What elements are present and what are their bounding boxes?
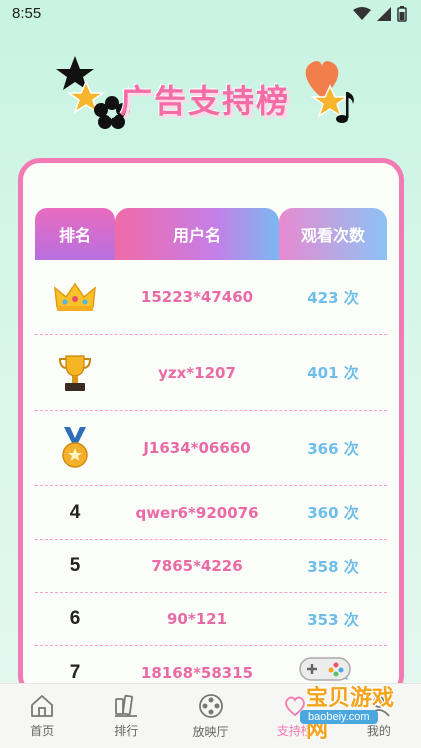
views-cell: 423 次 [307,288,359,307]
nav-item-cinema[interactable]: 放映厅 [168,684,252,748]
banner-title: 广告支持榜 [120,82,291,120]
nav-label: 放映厅 [192,724,229,739]
nav-item-home[interactable]: 首页 [0,684,84,748]
crown-icon [54,282,96,311]
rank-cell [35,427,115,469]
nav-item-ranking[interactable]: 排行 [84,684,168,748]
username-cell: 7865*4226 [151,557,243,575]
medal-icon [62,427,88,468]
table-row: 6 90*121 353 次 [35,593,387,646]
table-row: J1634*06660 366 次 [35,411,387,486]
username-cell: 18168*58315 [140,663,254,682]
views-cell: 358 次 [307,557,359,576]
username-cell: yzx*1207 [158,363,236,382]
rank-cell [35,281,115,313]
signal-icon [377,7,391,21]
username-cell: qwer6*920076 [135,503,259,522]
trophy-icon [58,354,92,391]
username-cell: J1634*06660 [143,439,251,457]
table-row: 5 7865*4226 358 次 [35,540,387,593]
views-cell: 401 次 [307,364,359,382]
status-bar: 8:55 [0,0,421,28]
table-row: 15223*47460 423 次 [35,260,387,335]
ranking-icon [115,694,138,717]
table-row: 4 qwer6*920076 360 次 [35,486,387,540]
rank-cell: 6 [69,608,81,629]
wifi-icon [353,7,371,20]
battery-icon [397,6,407,22]
username-cell: 90*121 [166,610,228,628]
views-cell: 353 次 [307,610,359,629]
nav-label: 排行 [114,723,139,738]
watermark: 宝贝游戏网 baobeiy.com [270,652,410,743]
rank-cell: 7 [69,661,81,683]
table-row: yzx*1207 401 次 [35,335,387,411]
username-cell: 15223*47460 [140,288,254,306]
views-cell: 366 次 [307,439,359,458]
rank-cell [35,353,115,393]
watermark-url: baobeiy.com [300,710,378,724]
rank-cell: 4 [69,501,81,523]
header-views: 观看次数 [279,208,387,260]
nav-label: 首页 [30,723,55,738]
film-reel-icon [198,693,223,718]
ranking-card: 排名 用户名 观看次数 15223*47460 423 次 yzx*1207 4… [18,158,404,698]
header-username: 用户名 [115,208,279,260]
views-cell: 360 次 [307,504,359,522]
rank-cell: 5 [69,555,81,576]
header-rank: 排名 [35,208,115,260]
star-icon [56,56,94,90]
home-icon [31,694,53,717]
status-icons [353,6,407,22]
status-time: 8:55 [12,5,42,22]
